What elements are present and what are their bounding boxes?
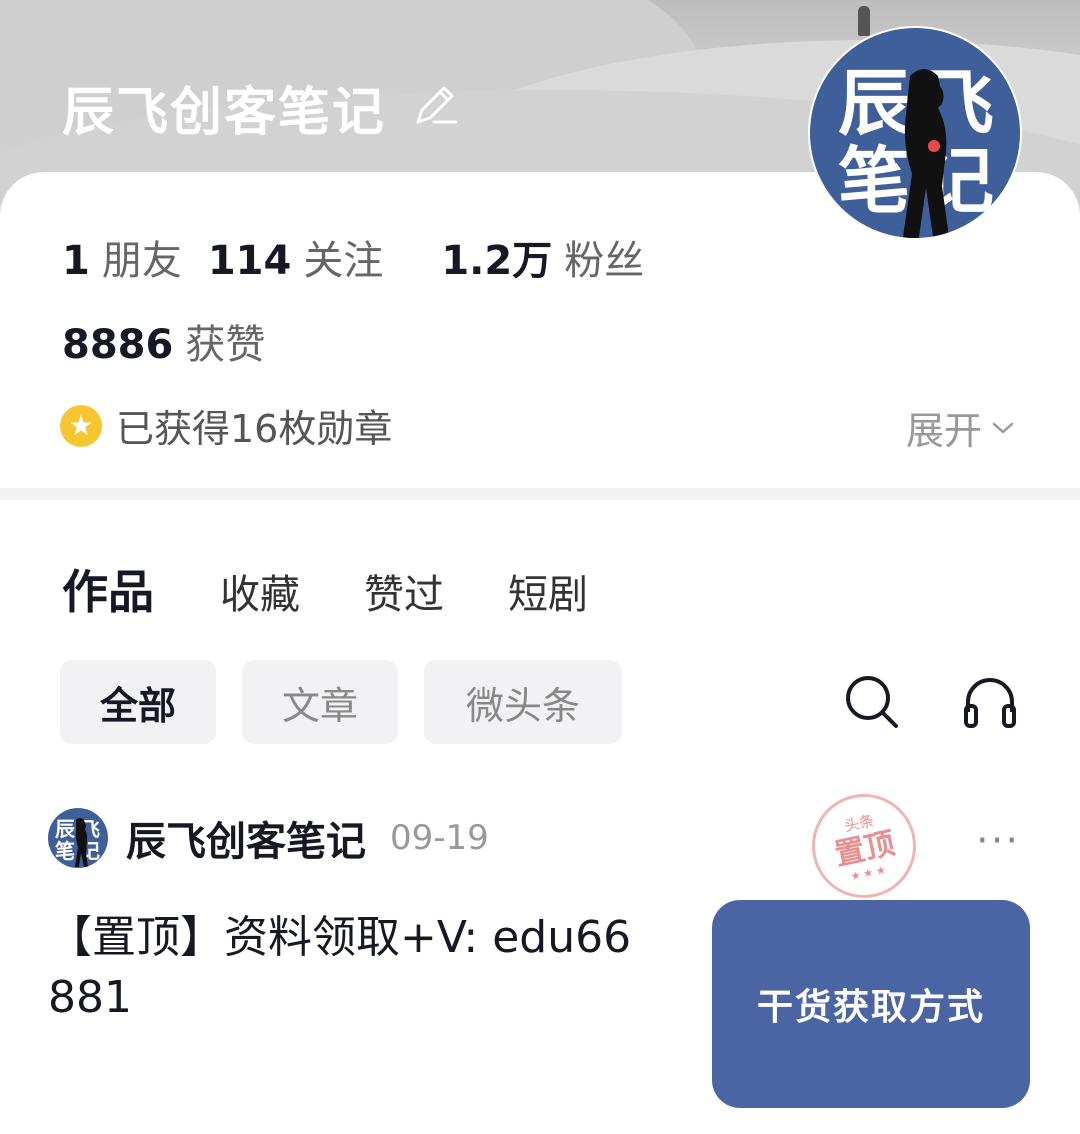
followers-label[interactable]: 粉丝 — [564, 228, 644, 286]
profile-name: 辰飞创客笔记 — [62, 83, 387, 143]
avatar-char: 辰 — [55, 817, 76, 841]
post-author-name[interactable]: 辰飞创客笔记 — [126, 809, 366, 867]
expand-button[interactable]: 展开 — [906, 400, 1018, 455]
content-tabs: 作品 收藏 赞过 短剧 — [62, 556, 652, 622]
likes-label[interactable]: 获赞 — [185, 312, 265, 370]
post-text[interactable]: 【置顶】资料领取+V: edu66881 — [48, 908, 648, 1028]
avatar-char: 笔 — [838, 139, 910, 223]
badge-row[interactable]: ★ 已获得16枚勋章 — [60, 398, 392, 453]
chevron-down-icon — [992, 422, 1014, 433]
filter-all[interactable]: 全部 — [60, 660, 216, 744]
filter-micro-posts[interactable]: 微头条 — [424, 660, 622, 744]
section-divider — [0, 488, 1080, 500]
avatar-logo: 辰 飞 笔 记 — [55, 817, 100, 867]
following-label[interactable]: 关注 — [303, 228, 383, 286]
filter-articles[interactable]: 文章 — [242, 660, 398, 744]
badge-text: 已获得16枚勋章 — [116, 407, 393, 451]
post-cover-image[interactable]: 干货获取方式 — [712, 900, 1030, 1108]
search-icon[interactable] — [842, 672, 902, 732]
friends-count[interactable]: 1 — [62, 238, 90, 284]
tab-short-drama[interactable]: 短剧 — [508, 562, 588, 620]
stats-row: 1 朋友 114 关注 1.2万 粉丝 — [62, 228, 644, 284]
avatar-dot — [928, 140, 940, 152]
background-figure — [858, 6, 870, 36]
avatar-char: 辰 — [838, 61, 910, 145]
following-count[interactable]: 114 — [208, 238, 292, 284]
followers-count[interactable]: 1.2万 — [441, 228, 552, 286]
avatar-char: 笔 — [55, 839, 75, 863]
likes-count[interactable]: 8886 — [62, 322, 173, 368]
tab-works[interactable]: 作品 — [62, 556, 154, 622]
tab-favorites[interactable]: 收藏 — [220, 562, 300, 620]
avatar-logo: 辰 飞 笔 记 — [838, 61, 994, 238]
headphones-icon[interactable] — [960, 672, 1020, 732]
more-icon[interactable]: ··· — [976, 818, 1020, 864]
post-author-avatar[interactable]: 辰 飞 笔 记 — [48, 808, 108, 868]
cover-text: 干货获取方式 — [756, 987, 985, 1028]
filter-chips: 全部 文章 微头条 — [60, 660, 648, 744]
pencil-icon[interactable] — [410, 78, 462, 130]
medal-icon: ★ — [60, 404, 102, 447]
avatar[interactable]: 辰 飞 笔 记 — [808, 26, 1022, 240]
post-header: 辰 飞 笔 记 辰飞创客笔记 09-19 — [48, 808, 489, 868]
friends-label[interactable]: 朋友 — [102, 228, 182, 286]
tab-liked[interactable]: 赞过 — [364, 562, 444, 620]
likes-row: 8886 获赞 — [62, 312, 265, 368]
post-date: 09-19 — [390, 818, 489, 858]
expand-label: 展开 — [905, 409, 982, 453]
